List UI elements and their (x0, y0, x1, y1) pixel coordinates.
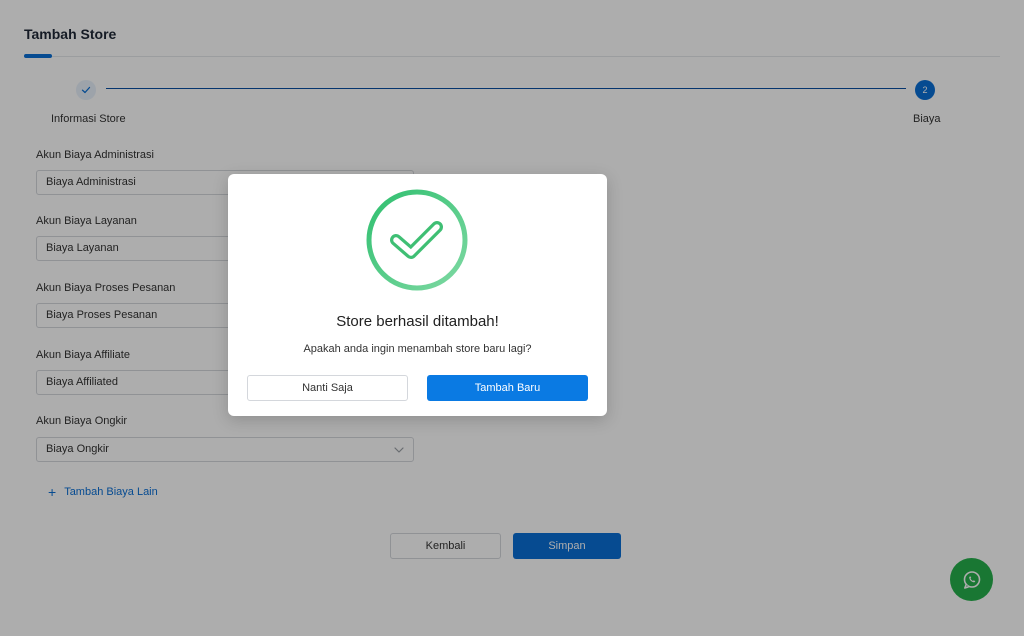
modal-message: Apakah anda ingin menambah store baru la… (303, 343, 532, 355)
success-modal: Store berhasil ditambah! Apakah anda ing… (228, 174, 607, 416)
modal-title: Store berhasil ditambah! (336, 313, 499, 330)
later-button[interactable]: Nanti Saja (247, 375, 408, 401)
success-check-icon (366, 189, 468, 291)
add-new-button[interactable]: Tambah Baru (427, 375, 588, 401)
